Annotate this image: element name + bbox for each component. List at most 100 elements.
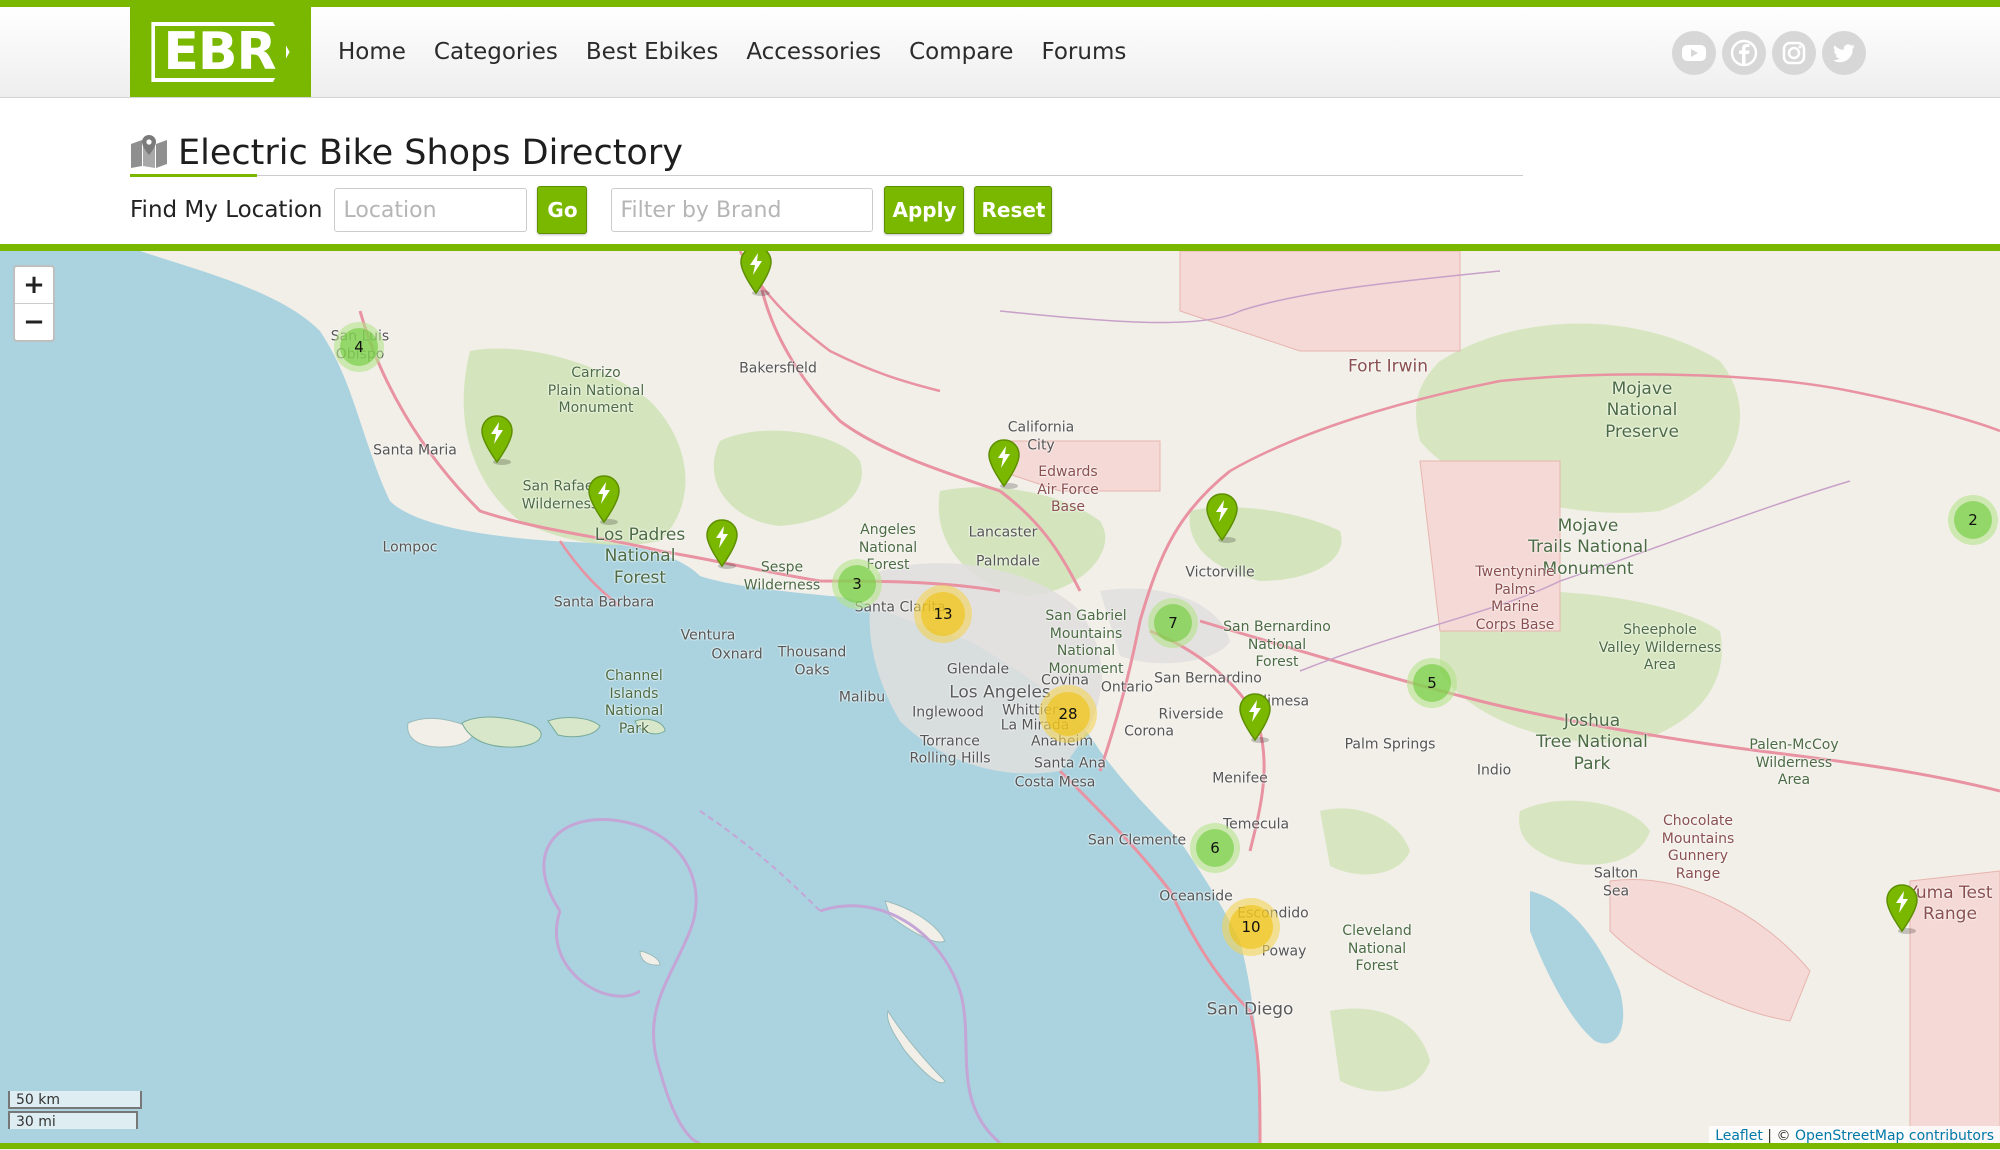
map-label-ontario: Ontario [1100,679,1154,696]
shop-map[interactable]: San LuisObispoSanta MariaLompocSan Rafae… [0,244,2000,1150]
map-scale: 50 km 30 mi [8,1091,142,1130]
find-location-label: Find My Location [130,197,323,223]
nav-categories[interactable]: Categories [434,39,558,65]
map-label-channel-islands: Channel Islands National Park [604,668,664,737]
map-label-glendale: Glendale [946,661,1010,678]
map-label-santa-barbara: Santa Barbara [553,594,655,611]
marker-cluster[interactable]: 13 [914,585,972,643]
map-icon [130,134,168,172]
map-label-yuma: Yuma Test Range [1907,882,1993,924]
zoom-in-button[interactable]: + [15,267,53,304]
shop-pin-icon[interactable] [1238,693,1272,743]
map-label-thousand-oaks: Thousand Oaks [777,644,847,679]
map-label-san-diego: San Diego [1206,999,1294,1020]
map-label-mojave-preserve: Mojave National Preserve [1605,379,1679,442]
cluster-count: 2 [1954,501,1992,539]
cluster-count: 5 [1413,664,1451,702]
map-label-inglewood: Inglewood [912,704,984,721]
cluster-count: 13 [921,592,965,636]
facebook-icon[interactable] [1722,31,1766,75]
brand-filter-input[interactable] [611,188,874,232]
nav-best-ebikes[interactable]: Best Ebikes [586,39,718,65]
page-title-row: Electric Bike Shops Directory [130,128,683,178]
filter-bar: Find My Location Go Apply Reset [130,186,1053,234]
map-label-malibu: Malibu [838,689,886,706]
social-links [1672,31,1872,75]
map-label-edwards: Edwards Air Force Base [1037,463,1099,515]
shop-pin-icon[interactable] [480,415,514,465]
title-divider [130,175,1523,176]
shop-pin-icon[interactable] [705,519,739,569]
map-label-san-bernardino: San Bernardino [1154,670,1262,687]
map-label-rolling-hills: Rolling Hills [909,750,991,767]
map-label-palm-springs: Palm Springs [1344,736,1436,753]
scale-mi: 30 mi [8,1111,138,1130]
marker-cluster[interactable]: 5 [1407,658,1457,708]
title-accent-underline [130,174,257,177]
bottom-accent-bar [0,1143,2000,1149]
marker-cluster[interactable]: 10 [1222,898,1280,956]
shop-pin-icon[interactable] [1205,493,1239,543]
zoom-control: + − [13,265,55,342]
cluster-count: 7 [1154,604,1192,642]
map-label-joshua-tree: Joshua Tree National Park [1536,711,1648,774]
nav-forums[interactable]: Forums [1041,39,1126,65]
map-label-los-padres: Los Padres National Forest [594,525,686,588]
main-nav: Home Categories Best Ebikes Accessories … [338,7,1154,97]
map-label-corona: Corona [1124,723,1174,740]
top-accent-bar [0,0,2000,7]
map-label-carrizo: Carrizo Plain National Monument [547,364,645,416]
shop-pin-icon[interactable] [1885,884,1919,934]
attribution-separator: | © [1762,1128,1795,1144]
map-label-fort-irwin: Fort Irwin [1347,356,1429,377]
map-label-palen-mccoy: Palen-McCoy Wilderness Area [1749,736,1839,788]
osm-link[interactable]: OpenStreetMap contributors [1795,1128,1994,1144]
shop-pin-icon[interactable] [587,475,621,525]
youtube-icon[interactable] [1672,31,1716,75]
map-label-cleveland: Cleveland National Forest [1342,922,1412,974]
map-label-sespe: Sespe Wilderness [743,559,821,594]
cluster-count: 28 [1046,692,1090,736]
go-button[interactable]: Go [537,186,588,234]
scale-km: 50 km [8,1091,142,1109]
map-label-santa-ana: Santa Ana [1034,755,1106,772]
map-label-torrance: Torrance [920,733,980,750]
map-label-twentynine-palms: Twentynine Palms Marine Corps Base [1475,564,1555,633]
map-label-chocolate: Chocolate Mountains Gunnery Range [1661,813,1735,882]
twitter-icon[interactable] [1822,31,1866,75]
nav-accessories[interactable]: Accessories [746,39,881,65]
map-label-ventura: Ventura [680,627,736,644]
zoom-out-button[interactable]: − [15,304,53,340]
leaflet-link[interactable]: Leaflet [1715,1128,1763,1144]
marker-cluster[interactable]: 3 [832,559,882,609]
cluster-count: 4 [340,328,378,366]
map-label-santa-maria: Santa Maria [373,442,457,459]
marker-cluster[interactable]: 2 [1948,495,1998,545]
map-label-lompoc: Lompoc [382,539,438,556]
map-label-palmdale: Palmdale [976,553,1040,570]
map-label-bakersfield: Bakersfield [739,360,817,377]
reset-button[interactable]: Reset [974,186,1053,234]
map-label-sb-nf: San Bernardino National Forest [1223,618,1331,670]
cluster-count: 6 [1196,829,1234,867]
map-label-los-angeles: Los Angeles [949,682,1051,703]
map-label-lancaster: Lancaster [968,524,1038,541]
map-label-salton-sea: Salton Sea [1593,865,1639,900]
map-label-san-gabriel: San Gabriel Mountains National Monument [1045,608,1127,677]
ebr-logo[interactable]: EBR [130,7,311,97]
nav-home[interactable]: Home [338,39,406,65]
instagram-icon[interactable] [1772,31,1816,75]
marker-cluster[interactable]: 4 [334,322,384,372]
map-label-oceanside: Oceanside [1159,888,1233,905]
shop-pin-icon[interactable] [739,251,773,296]
nav-compare[interactable]: Compare [909,39,1013,65]
map-label-menifee: Menifee [1212,770,1268,787]
shop-pin-icon[interactable] [987,439,1021,489]
marker-cluster[interactable]: 6 [1190,823,1240,873]
marker-cluster[interactable]: 7 [1148,598,1198,648]
marker-cluster[interactable]: 28 [1039,685,1097,743]
apply-button[interactable]: Apply [884,186,965,234]
map-label-costa-mesa: Costa Mesa [1014,774,1096,791]
site-header: EBR Home Categories Best Ebikes Accessor… [0,7,2000,98]
location-input[interactable] [334,188,528,232]
